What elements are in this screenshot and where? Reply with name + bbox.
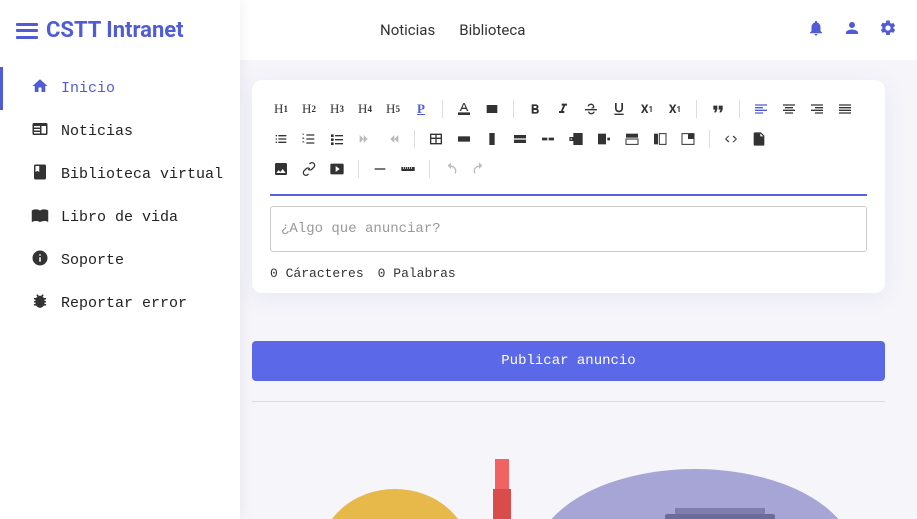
h1-button[interactable]: H1	[270, 98, 292, 120]
header-nav: Noticias Biblioteca	[380, 21, 525, 39]
table-add-col-left-icon[interactable]	[565, 128, 587, 150]
strikethrough-icon[interactable]	[580, 98, 602, 120]
table-add-col-right-icon[interactable]	[593, 128, 615, 150]
paragraph-button[interactable]: P	[410, 98, 432, 120]
separator	[414, 130, 415, 148]
tower-cap-shape	[493, 489, 511, 519]
building-shape	[665, 514, 775, 519]
indent-right-icon[interactable]	[354, 128, 376, 150]
separator	[442, 100, 443, 118]
illustration	[250, 419, 885, 519]
separator	[513, 100, 514, 118]
header-icons	[807, 19, 897, 41]
sidebar-item-inicio[interactable]: Inicio	[0, 67, 240, 110]
undo-icon[interactable]	[440, 158, 462, 180]
divider	[252, 401, 885, 402]
nav-link-biblioteca[interactable]: Biblioteca	[459, 21, 525, 39]
sidebar-item-label: Inicio	[61, 80, 115, 97]
quote-icon[interactable]	[707, 98, 729, 120]
table-ins-row-icon[interactable]	[509, 128, 531, 150]
hill-yellow-shape	[320, 489, 470, 519]
sidebar-item-label: Libro de vida	[61, 209, 178, 226]
book-icon	[31, 163, 49, 186]
bold-icon[interactable]	[524, 98, 546, 120]
table-header-col-icon[interactable]	[649, 128, 671, 150]
sidebar-item-reportar[interactable]: Reportar error	[0, 282, 240, 325]
bell-icon[interactable]	[807, 19, 825, 41]
video-icon[interactable]	[326, 158, 348, 180]
sidebar-item-soporte[interactable]: Soporte	[0, 239, 240, 282]
indent-left-icon[interactable]	[382, 128, 404, 150]
news-icon	[31, 120, 49, 143]
font-color-icon[interactable]	[453, 98, 475, 120]
list-ul-icon[interactable]	[270, 128, 292, 150]
align-center-icon[interactable]	[778, 98, 800, 120]
publish-button[interactable]: Publicar anuncio	[252, 341, 885, 381]
info-icon	[31, 249, 49, 272]
editor-stats: 0 Cáracteres 0 Palabras	[270, 266, 867, 281]
sidebar-item-label: Biblioteca virtual	[61, 166, 223, 183]
user-icon[interactable]	[843, 19, 861, 41]
table-cell-icon[interactable]	[677, 128, 699, 150]
sidebar: CSTT Intranet Inicio Noticias Biblioteca…	[0, 0, 240, 519]
book-open-icon	[31, 206, 49, 229]
sidebar-header: CSTT Intranet	[0, 0, 240, 61]
gear-icon[interactable]	[879, 19, 897, 41]
align-right-icon[interactable]	[806, 98, 828, 120]
image-icon[interactable]	[270, 158, 292, 180]
separator	[739, 100, 740, 118]
table-del-col-icon[interactable]	[481, 128, 503, 150]
toolbar-row-3	[270, 154, 867, 184]
list-check-icon[interactable]	[326, 128, 348, 150]
sidebar-item-libro-vida[interactable]: Libro de vida	[0, 196, 240, 239]
separator	[429, 160, 430, 178]
align-left-icon[interactable]	[750, 98, 772, 120]
sidebar-item-biblioteca[interactable]: Biblioteca virtual	[0, 153, 240, 196]
separator	[709, 130, 710, 148]
h5-button[interactable]: H5	[382, 98, 404, 120]
tower-shape	[495, 459, 509, 519]
h3-button[interactable]: H3	[326, 98, 348, 120]
sidebar-menu: Inicio Noticias Biblioteca virtual Libro…	[0, 61, 240, 325]
editor-card: H1 H2 H3 H4 H5 P X1 X1	[252, 80, 885, 293]
superscript-icon[interactable]: X1	[664, 98, 686, 120]
italic-icon[interactable]	[552, 98, 574, 120]
bug-icon	[31, 292, 49, 315]
hamburger-icon[interactable]	[16, 23, 38, 39]
sidebar-item-label: Soporte	[61, 252, 124, 269]
sidebar-item-noticias[interactable]: Noticias	[0, 110, 240, 153]
underline-icon[interactable]	[608, 98, 630, 120]
app-title: CSTT Intranet	[46, 18, 184, 43]
char-count: 0 Cáracteres	[270, 266, 364, 281]
sidebar-item-label: Noticias	[61, 123, 133, 140]
table-del-row-icon[interactable]	[453, 128, 475, 150]
home-icon	[31, 77, 49, 100]
word-count: 0 Palabras	[378, 266, 456, 281]
list-ol-icon[interactable]	[298, 128, 320, 150]
table-icon[interactable]	[425, 128, 447, 150]
hr-icon[interactable]	[369, 158, 391, 180]
ruler-icon[interactable]	[397, 158, 419, 180]
h2-button[interactable]: H2	[298, 98, 320, 120]
align-justify-icon[interactable]	[834, 98, 856, 120]
separator	[358, 160, 359, 178]
sidebar-item-label: Reportar error	[61, 295, 187, 312]
nav-link-noticias[interactable]: Noticias	[380, 21, 435, 39]
h4-button[interactable]: H4	[354, 98, 376, 120]
code-block-icon[interactable]	[720, 128, 742, 150]
editor-input[interactable]: ¿Algo que anunciar?	[270, 206, 867, 252]
table-split-icon[interactable]	[537, 128, 559, 150]
link-icon[interactable]	[298, 158, 320, 180]
hill-purple-shape	[535, 469, 855, 519]
highlight-icon[interactable]	[481, 98, 503, 120]
redo-icon[interactable]	[468, 158, 490, 180]
file-icon[interactable]	[748, 128, 770, 150]
separator	[696, 100, 697, 118]
table-header-row-icon[interactable]	[621, 128, 643, 150]
toolbar-row-1: H1 H2 H3 H4 H5 P X1 X1	[270, 94, 867, 124]
editor-toolbar: H1 H2 H3 H4 H5 P X1 X1	[270, 94, 867, 196]
toolbar-row-2	[270, 124, 867, 154]
subscript-icon[interactable]: X1	[636, 98, 658, 120]
